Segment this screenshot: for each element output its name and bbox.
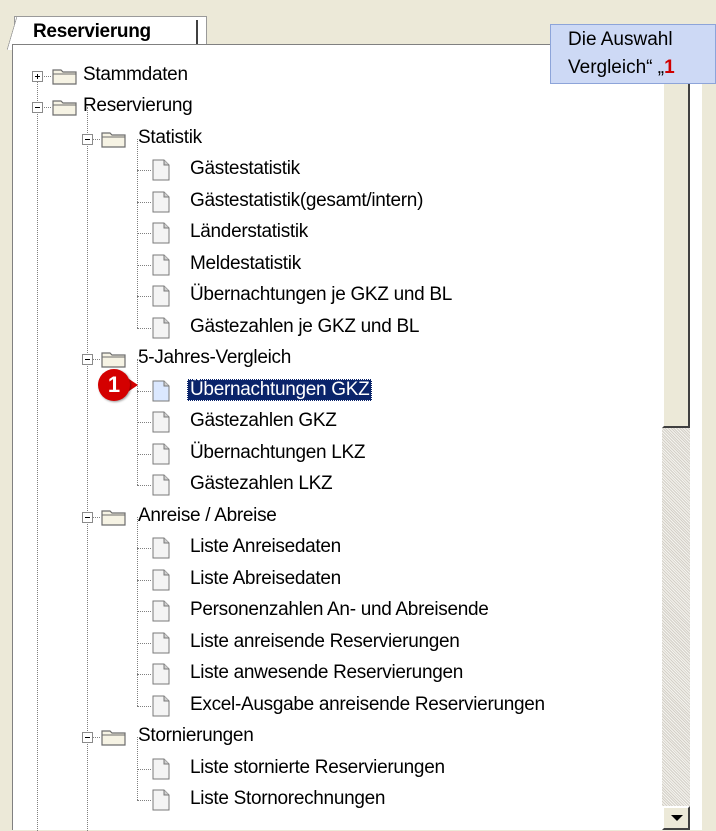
- collapse-icon[interactable]: [82, 133, 93, 145]
- scrollbar-thumb[interactable]: [662, 80, 690, 428]
- tree-node-label[interactable]: Gästestatistik(gesamt/intern): [190, 190, 423, 212]
- tree-connector-line: [137, 548, 151, 550]
- document-icon: [151, 569, 171, 596]
- tree-connector-line: [137, 390, 151, 392]
- tab-divider: [196, 20, 198, 44]
- tree-connector-line: [137, 800, 151, 802]
- collapse-icon[interactable]: [82, 511, 93, 523]
- tree-connector-line: [137, 485, 151, 487]
- tree-node-label[interactable]: 5-Jahres-Vergleich: [138, 347, 291, 369]
- tree-node-label[interactable]: Liste anwesende Reservierungen: [190, 662, 463, 684]
- tree-node-label[interactable]: Liste Abreisedaten: [190, 568, 341, 590]
- tooltip-accent-number: 1: [664, 57, 675, 78]
- tree-connector-line: [137, 327, 151, 329]
- tree-connector-line: [137, 296, 151, 298]
- folder-icon: [51, 66, 79, 91]
- document-icon: [151, 254, 171, 281]
- tree-node-label[interactable]: Länderstatistik: [190, 221, 308, 243]
- tree-connector-line: [137, 611, 151, 613]
- tree-connector-line: [137, 674, 151, 676]
- collapse-icon[interactable]: [82, 354, 93, 366]
- folder-icon: [51, 97, 79, 122]
- tree-node-label[interactable]: Gästezahlen je GKZ und BL: [190, 316, 419, 338]
- tree-node-label[interactable]: Liste Stornorechnungen: [190, 788, 385, 810]
- tree-connector-line: [137, 264, 151, 266]
- tree-connector-line: [137, 768, 151, 770]
- vertical-scrollbar[interactable]: [662, 60, 690, 830]
- tree-connector-line: [137, 422, 151, 424]
- document-icon: [151, 600, 171, 627]
- document-icon: [151, 380, 171, 407]
- tree-view[interactable]: Stammdaten Reservierung Statistik Gästestat…: [13, 45, 663, 831]
- tree-panel: Stammdaten Reservierung Statistik Gästestat…: [12, 44, 702, 831]
- document-icon: [151, 411, 171, 438]
- tree-node-label[interactable]: Übernachtungen je GKZ und BL: [190, 284, 452, 306]
- tree-connector-line: [137, 705, 151, 707]
- document-icon: [151, 789, 171, 816]
- tree-node-label[interactable]: Liste stornierte Reservierungen: [190, 757, 445, 779]
- tree-node-label[interactable]: Gästestatistik: [190, 158, 300, 180]
- folder-icon: [100, 507, 128, 532]
- scroll-down-button[interactable]: [662, 806, 690, 830]
- document-icon: [151, 758, 171, 785]
- tree-connector-line: [37, 75, 38, 831]
- tree-connector-line: [137, 233, 151, 235]
- tree-connector-line: [137, 453, 151, 455]
- tree-node-label[interactable]: Statistik: [138, 127, 202, 149]
- tree-connector-line: [87, 107, 88, 831]
- tree-connector-line: [137, 579, 151, 581]
- tree-node-label[interactable]: Gästezahlen LKZ: [190, 473, 333, 495]
- document-icon: [151, 285, 171, 312]
- tree-node-label[interactable]: Stammdaten: [83, 64, 188, 86]
- collapse-icon[interactable]: [82, 732, 93, 744]
- collapse-icon[interactable]: [32, 102, 43, 114]
- document-icon: [151, 159, 171, 186]
- tree-node-label[interactable]: Personenzahlen An- und Abreisende: [190, 599, 489, 621]
- tree-node-label[interactable]: Liste Anreisedaten: [190, 536, 341, 558]
- folder-icon: [100, 727, 128, 752]
- tree-connector-line: [137, 201, 151, 203]
- tree-connector-line: [137, 170, 151, 172]
- tooltip-callout: Die Auswahl Vergleich“ „1: [550, 24, 716, 84]
- tree-node-label[interactable]: Übernachtungen LKZ: [190, 442, 366, 464]
- tree-node-label[interactable]: Stornierungen: [138, 725, 254, 747]
- tooltip-line-2-text: Vergleich“ „: [568, 57, 665, 78]
- folder-icon: [100, 129, 128, 154]
- tree-node-label[interactable]: Gästezahlen GKZ: [190, 410, 337, 432]
- document-icon: [151, 222, 171, 249]
- document-icon: [151, 537, 171, 564]
- callout-badge: 1: [98, 369, 130, 401]
- document-icon: [151, 191, 171, 218]
- document-icon: [151, 474, 171, 501]
- tree-connector-line: [137, 642, 151, 644]
- document-icon: [151, 695, 171, 722]
- tree-node-label[interactable]: Übernachtungen GKZ: [187, 378, 373, 401]
- tree-node-label[interactable]: Liste anreisende Reservierungen: [190, 631, 460, 653]
- tooltip-line-2: Vergleich“ „1: [568, 54, 715, 82]
- document-icon: [151, 663, 171, 690]
- document-icon: [151, 632, 171, 659]
- document-icon: [151, 317, 171, 344]
- tooltip-line-1: Die Auswahl: [568, 29, 673, 50]
- tree-node-label[interactable]: Anreise / Abreise: [138, 505, 277, 527]
- expand-icon[interactable]: [32, 70, 43, 82]
- tree-node-label[interactable]: Meldestatistik: [190, 253, 301, 275]
- tree-node-label[interactable]: Excel-Ausgabe anreisende Reservierungen: [190, 694, 545, 716]
- tab-label: Reservierung: [33, 21, 151, 42]
- tree-node-label[interactable]: Reservierung: [83, 95, 193, 117]
- document-icon: [151, 443, 171, 470]
